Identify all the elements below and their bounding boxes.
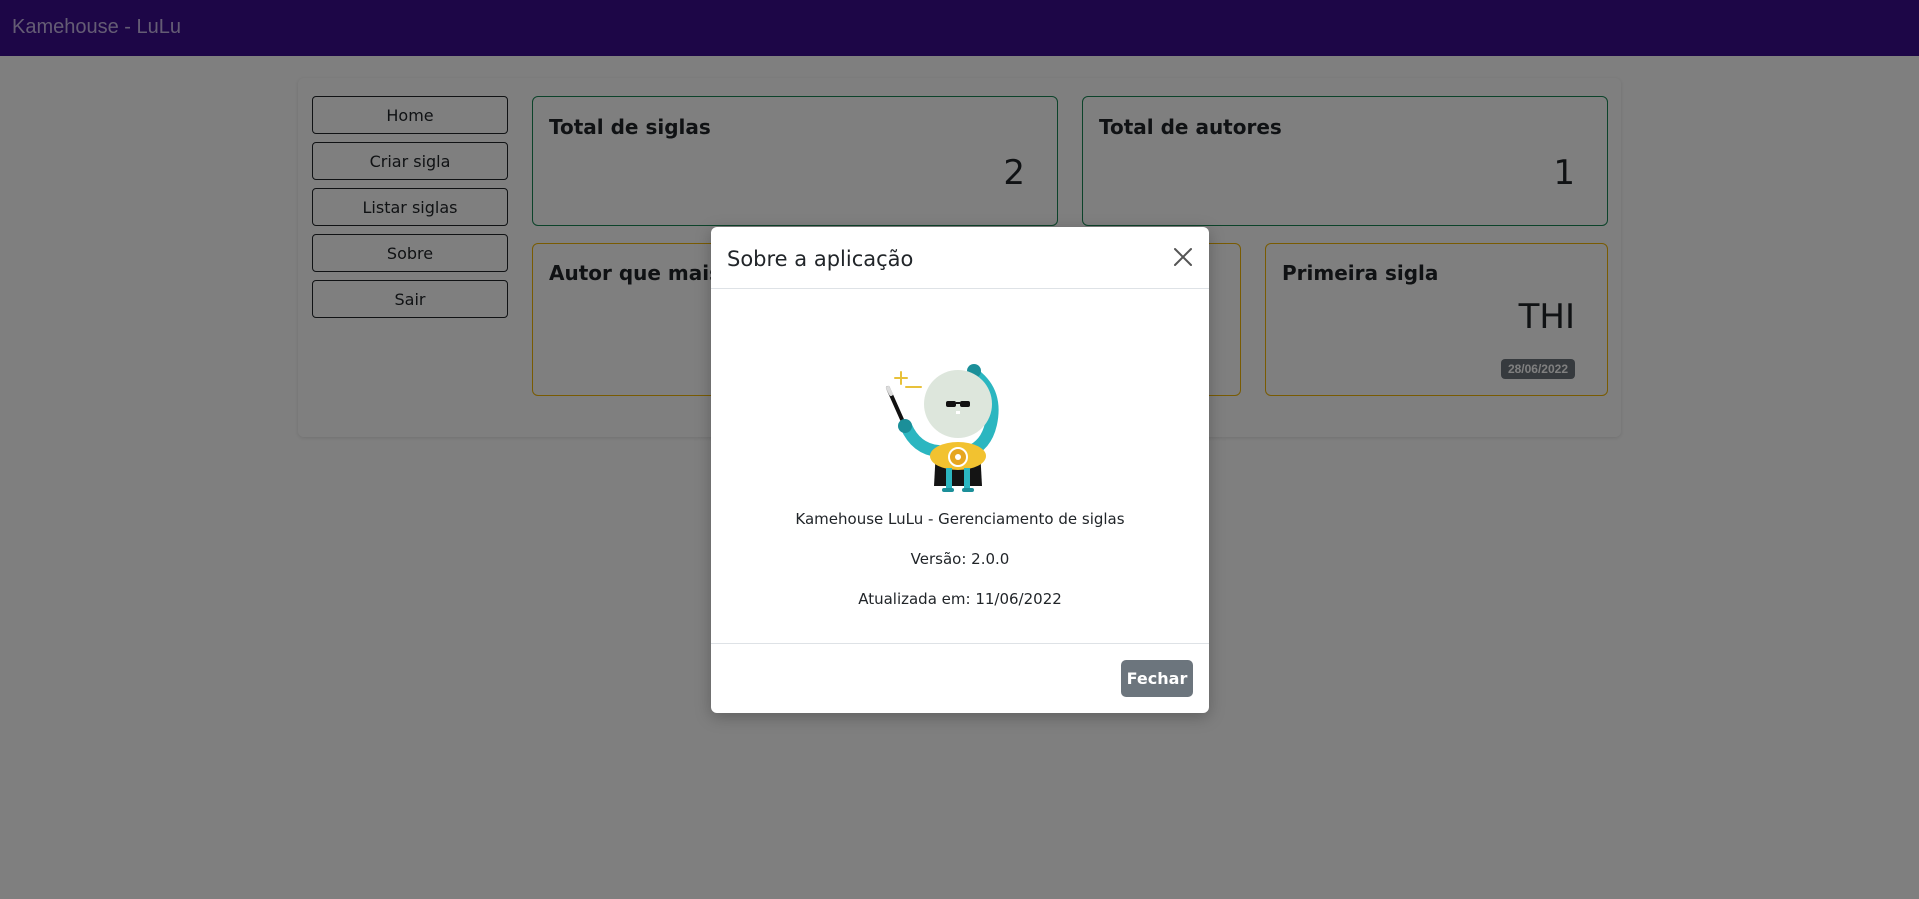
app-name-text: Kamehouse LuLu - Gerenciamento de siglas [795,510,1125,528]
about-modal: Sobre a aplicação Kamehouse LuLu - Geren… [711,227,1209,713]
fechar-button[interactable]: Fechar [1121,660,1193,697]
updated-text: Atualizada em: 11/06/2022 [858,590,1062,608]
wizard-mascot-icon [876,354,1026,496]
close-icon[interactable] [1171,245,1195,269]
modal-title: Sobre a aplicação [727,247,914,271]
version-text: Versão: 2.0.0 [910,550,1010,568]
modal-header: Sobre a aplicação [711,227,1209,289]
modal-footer: Fechar [711,643,1209,713]
